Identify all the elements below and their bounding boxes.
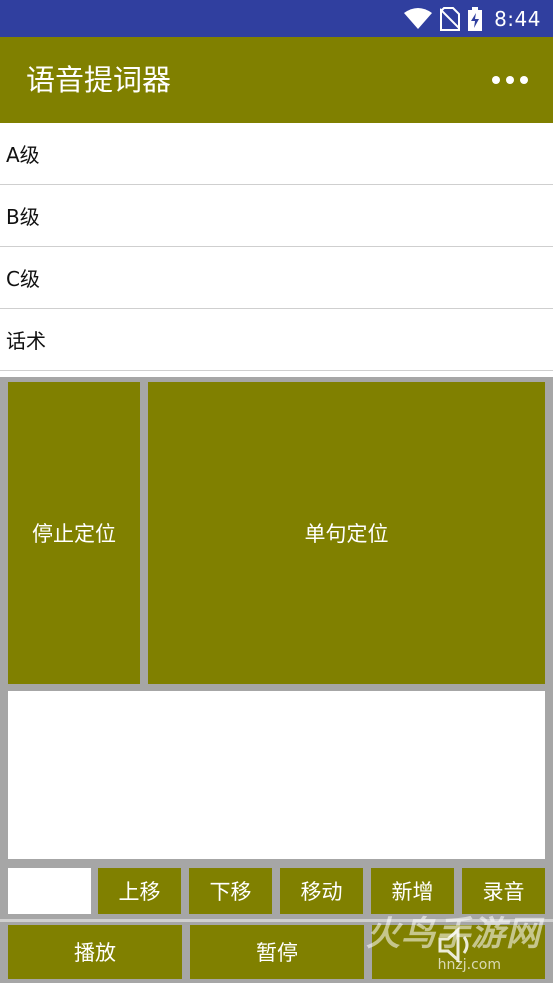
menu-dot [520, 76, 528, 84]
single-locate-button[interactable]: 单句定位 [148, 382, 545, 684]
teleprompter-text-area[interactable] [8, 691, 545, 859]
stop-locate-button[interactable]: 停止定位 [8, 382, 140, 684]
menu-dot [492, 76, 500, 84]
list-item-a-level[interactable]: A级 [0, 123, 553, 185]
move-down-button[interactable]: 下移 [189, 868, 272, 914]
list-item-c-level[interactable]: C级 [0, 247, 553, 309]
list-item-script[interactable]: 话术 [0, 309, 553, 371]
list-item-b-level[interactable]: B级 [0, 185, 553, 247]
status-icons: 8:44 [404, 0, 541, 37]
play-button[interactable]: 播放 [8, 925, 182, 979]
no-sim-icon [440, 6, 461, 31]
watermark-logo: 火鸟手游网 [366, 914, 541, 954]
watermark-url: hnzj.com [437, 957, 501, 973]
control-panel: 停止定位 单句定位 上移 下移 移动 新增 录音 播放 暂停 [0, 377, 553, 983]
move-button[interactable]: 移动 [280, 868, 363, 914]
menu-dot [506, 76, 514, 84]
pause-button[interactable]: 暂停 [190, 925, 364, 979]
status-bar: 8:44 [0, 0, 553, 37]
move-position-input[interactable] [8, 868, 91, 914]
app-title: 语音提词器 [26, 63, 172, 97]
status-time: 8:44 [494, 6, 541, 31]
battery-charging-icon [468, 6, 483, 31]
more-horizontal-icon[interactable] [492, 70, 528, 90]
move-up-button[interactable]: 上移 [98, 868, 181, 914]
category-list: A级 B级 C级 话术 [0, 123, 553, 371]
app-bar: 语音提词器 [0, 37, 553, 123]
wifi-icon [404, 7, 433, 30]
